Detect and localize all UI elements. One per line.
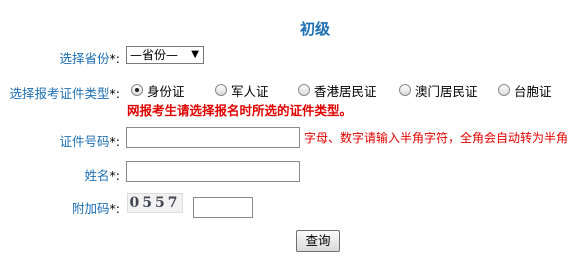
- dropdown-arrow-icon: ▼: [191, 49, 199, 60]
- id-number-input[interactable]: [126, 127, 300, 148]
- id-number-required-mark: *:: [109, 134, 120, 149]
- captcha-input[interactable]: [193, 197, 253, 218]
- radio-option-label: 军人证: [231, 83, 269, 99]
- id-type-required-mark: *:: [109, 86, 120, 101]
- radio-checked-icon[interactable]: [131, 84, 143, 96]
- captcha-label: 附加码*:: [72, 198, 120, 217]
- radio-option-macau-resident[interactable]: 澳门居民证: [399, 81, 478, 99]
- id-number-label: 证件号码*:: [60, 131, 120, 150]
- page-title: 初级: [300, 20, 331, 38]
- province-label-text: 选择省份: [59, 51, 110, 66]
- radio-option-taiwan-compatriot[interactable]: 台胞证: [498, 81, 552, 99]
- radio-option-label: 香港居民证: [314, 83, 377, 99]
- radio-option-hk-resident[interactable]: 香港居民证: [298, 81, 377, 99]
- radio-icon[interactable]: [298, 84, 310, 96]
- province-label: 选择省份*:: [60, 48, 120, 67]
- radio-icon[interactable]: [215, 84, 227, 96]
- id-type-notice: 网报考生请选择报名时所选的证件类型。: [127, 103, 353, 118]
- query-button[interactable]: 查询: [296, 230, 340, 252]
- captcha-required-mark: *:: [109, 201, 120, 216]
- name-label-text: 姓名: [84, 168, 110, 183]
- radio-option-label: 台胞证: [514, 83, 552, 99]
- province-select-value: —省份—: [130, 48, 179, 62]
- radio-icon[interactable]: [399, 84, 411, 96]
- name-label: 姓名*:: [85, 165, 120, 184]
- province-required-mark: *:: [109, 51, 120, 66]
- province-select[interactable]: —省份— ▼: [126, 46, 204, 64]
- id-type-label: 选择报考证件类型*:: [10, 83, 120, 102]
- id-number-label-text: 证件号码: [59, 134, 110, 149]
- id-type-label-text: 选择报考证件类型: [9, 86, 110, 101]
- id-number-hint: 字母、数字请输入半角字符，全角会自动转为半角: [304, 131, 569, 145]
- radio-icon[interactable]: [498, 84, 510, 96]
- radio-option-military-card[interactable]: 军人证: [215, 81, 269, 99]
- radio-option-id-card[interactable]: 身份证: [131, 81, 185, 99]
- name-input[interactable]: [126, 161, 300, 182]
- name-required-mark: *:: [109, 168, 120, 183]
- radio-option-label: 澳门居民证: [415, 83, 478, 99]
- radio-option-label: 身份证: [147, 83, 185, 99]
- captcha-image[interactable]: 0557: [127, 193, 183, 213]
- captcha-label-text: 附加码: [72, 201, 110, 216]
